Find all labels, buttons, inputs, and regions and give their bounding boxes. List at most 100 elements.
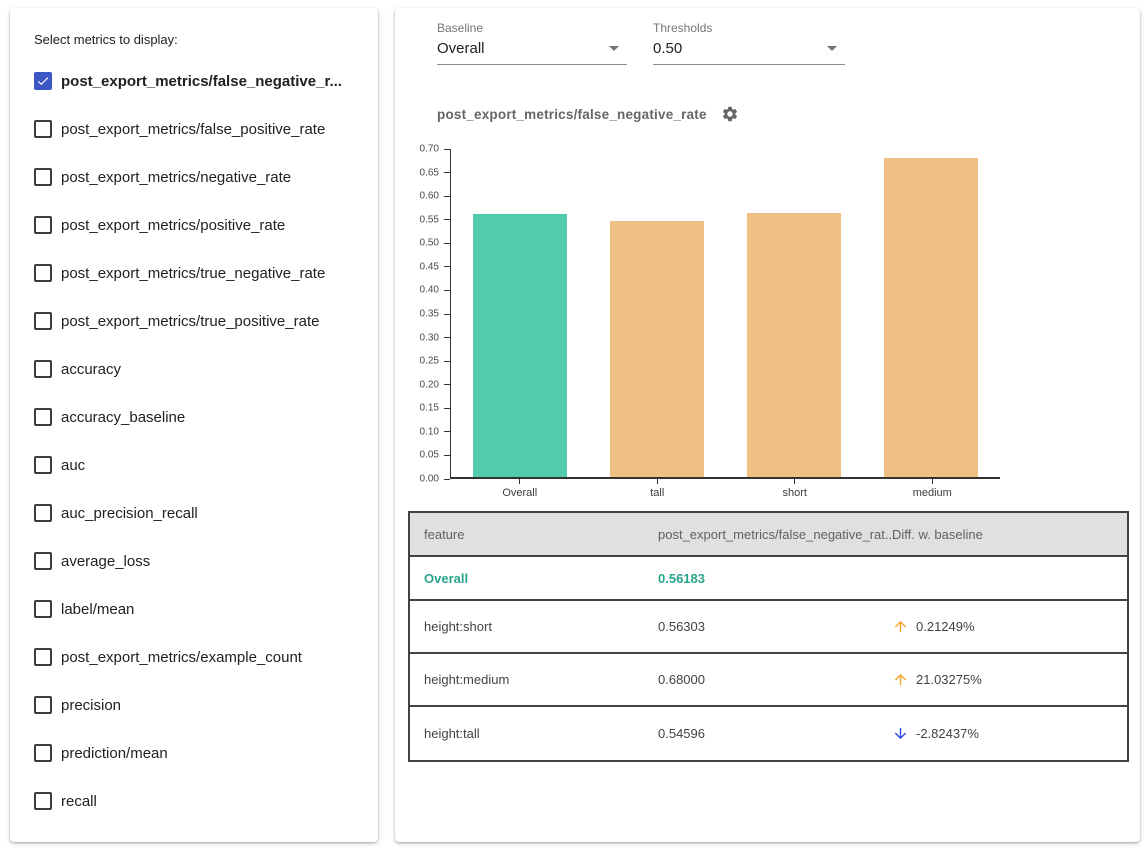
metric-label: post_export_metrics/false_positive_rate [61, 121, 325, 138]
metric-list-item[interactable]: post_export_metrics/example_count [34, 633, 362, 681]
y-tick-label: 0.40 [420, 285, 439, 296]
bar-medium[interactable] [884, 158, 978, 477]
column-header-diff: Diff. w. baseline [892, 527, 1127, 542]
metrics-display-panel: Baseline Overall Thresholds 0.50 post_ex… [395, 8, 1140, 842]
x-tick-mark [657, 479, 658, 484]
metric-list-item[interactable]: post_export_metrics/false_negative_r... [34, 57, 362, 105]
metric-label: auc_precision_recall [61, 505, 198, 522]
metric-list-item[interactable]: auc_precision_recall [34, 489, 362, 537]
checkbox-icon[interactable] [34, 168, 52, 186]
checkbox-icon[interactable] [34, 696, 52, 714]
chart-title: post_export_metrics/false_negative_rate [437, 107, 707, 122]
metric-label: average_loss [61, 553, 150, 570]
bar-tall[interactable] [610, 221, 704, 477]
thresholds-dropdown[interactable]: Thresholds 0.50 [653, 21, 845, 65]
table-body: Overall 0.56183 height:short 0.56303 0.2… [410, 557, 1127, 760]
controls-row: Baseline Overall Thresholds 0.50 [437, 21, 1140, 65]
checkbox-icon[interactable] [34, 744, 52, 762]
checkbox-icon[interactable] [34, 408, 52, 426]
metric-list: post_export_metrics/false_negative_r... … [34, 57, 362, 825]
checkbox-icon[interactable] [34, 216, 52, 234]
metric-value-cell: 0.54596 [658, 726, 892, 741]
table-row: height:medium 0.68000 21.03275% [410, 654, 1127, 707]
chart-bars [451, 149, 1000, 477]
x-tick-label: tall [650, 487, 664, 499]
metric-list-item[interactable]: post_export_metrics/true_positive_rate [34, 297, 362, 345]
checkbox-icon[interactable] [34, 360, 52, 378]
metric-list-item[interactable]: accuracy [34, 345, 362, 393]
checkbox-icon[interactable] [34, 792, 52, 810]
metric-list-item[interactable]: post_export_metrics/false_positive_rate [34, 105, 362, 153]
bar-Overall[interactable] [473, 214, 567, 477]
y-tick-label: 0.50 [420, 238, 439, 249]
x-slot: short [726, 479, 864, 499]
metric-value-cell: 0.56183 [658, 571, 892, 586]
diff-cell: -2.82437% [892, 725, 1127, 742]
bar-slot [451, 149, 588, 477]
metric-list-item[interactable]: accuracy_baseline [34, 393, 362, 441]
checkbox-icon[interactable] [34, 312, 52, 330]
metric-selector-panel: Select metrics to display: post_export_m… [10, 8, 378, 842]
chart-x-axis: Overalltallshortmedium [451, 479, 1001, 499]
x-slot: tall [589, 479, 727, 499]
metric-label: precision [61, 697, 121, 714]
metric-list-item[interactable]: prediction/mean [34, 729, 362, 777]
checkbox-icon[interactable] [34, 552, 52, 570]
metric-label: post_export_metrics/example_count [61, 649, 302, 666]
checkbox-icon[interactable] [34, 600, 52, 618]
y-tick-label: 0.35 [420, 309, 439, 320]
arrow-up-icon [892, 671, 909, 688]
metric-list-item[interactable]: post_export_metrics/negative_rate [34, 153, 362, 201]
thresholds-dropdown-label: Thresholds [653, 21, 845, 35]
x-tick-label: short [783, 487, 807, 499]
bar-slot [588, 149, 725, 477]
metric-list-item[interactable]: label/mean [34, 585, 362, 633]
bar-slot [726, 149, 863, 477]
checkbox-icon[interactable] [34, 264, 52, 282]
metric-label: post_export_metrics/false_negative_r... [61, 73, 342, 90]
y-tick-label: 0.30 [420, 332, 439, 343]
thresholds-dropdown-value: 0.50 [653, 40, 682, 57]
metric-label: recall [61, 793, 97, 810]
arrow-up-icon [892, 618, 909, 635]
chevron-down-icon[interactable] [827, 46, 837, 51]
metric-label: accuracy_baseline [61, 409, 185, 426]
x-slot: medium [864, 479, 1002, 499]
chevron-down-icon[interactable] [609, 46, 619, 51]
table-row: height:short 0.56303 0.21249% [410, 601, 1127, 654]
metric-label: auc [61, 457, 85, 474]
column-header-metric: post_export_metrics/false_negative_rat..… [658, 527, 892, 542]
feature-cell: height:tall [410, 726, 658, 741]
metric-list-item[interactable]: post_export_metrics/true_negative_rate [34, 249, 362, 297]
x-tick-mark [932, 479, 933, 484]
diff-cell: 0.21249% [892, 618, 1127, 635]
chart-plot-area [450, 149, 1000, 479]
checkbox-icon[interactable] [34, 504, 52, 522]
feature-cell: height:medium [410, 672, 658, 687]
checkbox-icon[interactable] [34, 648, 52, 666]
bar-short[interactable] [747, 213, 841, 477]
y-tick-label: 0.55 [420, 214, 439, 225]
y-tick-label: 0.20 [420, 379, 439, 390]
metric-label: post_export_metrics/true_positive_rate [61, 313, 319, 330]
metric-label: post_export_metrics/positive_rate [61, 217, 285, 234]
y-tick-label: 0.65 [420, 167, 439, 178]
baseline-dropdown[interactable]: Baseline Overall [437, 21, 627, 65]
gear-icon[interactable] [721, 105, 739, 123]
metrics-table: feature post_export_metrics/false_negati… [408, 511, 1129, 762]
checkbox-icon[interactable] [34, 72, 52, 90]
check-icon [36, 74, 50, 88]
table-row: height:tall 0.54596 -2.82437% [410, 707, 1127, 760]
metric-label: post_export_metrics/true_negative_rate [61, 265, 325, 282]
metric-list-item[interactable]: post_export_metrics/positive_rate [34, 201, 362, 249]
metric-list-item[interactable]: recall [34, 777, 362, 825]
y-tick-label: 0.05 [420, 450, 439, 461]
metric-list-item[interactable]: auc [34, 441, 362, 489]
metric-list-item[interactable]: average_loss [34, 537, 362, 585]
x-tick-label: medium [913, 487, 952, 499]
checkbox-icon[interactable] [34, 120, 52, 138]
chart-header: post_export_metrics/false_negative_rate [437, 105, 1140, 123]
y-tick-label: 0.25 [420, 356, 439, 367]
metric-list-item[interactable]: precision [34, 681, 362, 729]
checkbox-icon[interactable] [34, 456, 52, 474]
